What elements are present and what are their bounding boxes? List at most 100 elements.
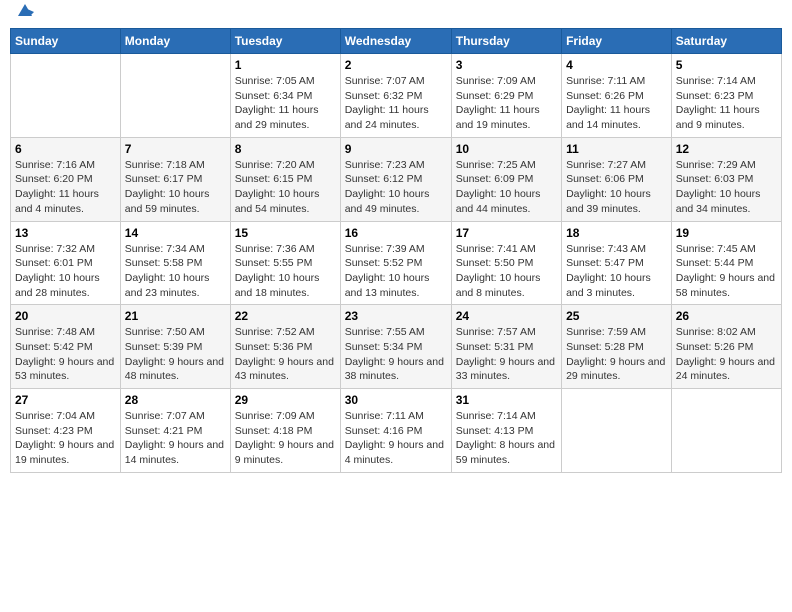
day-header-thursday: Thursday bbox=[451, 29, 561, 54]
calendar-cell: 23 Sunrise: 7:55 AM Sunset: 5:34 PM Dayli… bbox=[340, 305, 451, 389]
calendar-header-row: SundayMondayTuesdayWednesdayThursdayFrid… bbox=[11, 29, 782, 54]
day-info: Sunrise: 7:23 AM Sunset: 6:12 PM Dayligh… bbox=[345, 158, 447, 217]
day-info: Sunrise: 7:59 AM Sunset: 5:28 PM Dayligh… bbox=[566, 325, 667, 384]
day-info: Sunrise: 7:50 AM Sunset: 5:39 PM Dayligh… bbox=[125, 325, 226, 384]
calendar-cell: 31Sunrise: 7:14 AM Sunset: 4:13 PM Dayli… bbox=[451, 389, 561, 473]
day-number: 5 bbox=[676, 58, 777, 72]
day-info: Sunrise: 7:25 AM Sunset: 6:09 PM Dayligh… bbox=[456, 158, 557, 217]
calendar-cell: 15Sunrise: 7:36 AM Sunset: 5:55 PM Dayli… bbox=[230, 221, 340, 305]
calendar-week-5: 27 Sunrise: 7:04 AM Sunset: 4:23 PM Dayli… bbox=[11, 389, 782, 473]
calendar-cell: 3Sunrise: 7:09 AM Sunset: 6:29 PM Daylig… bbox=[451, 54, 561, 138]
calendar-cell: 30 Sunrise: 7:11 AM Sunset: 4:16 PM Dayli… bbox=[340, 389, 451, 473]
day-info: Sunrise: 7:16 AM Sunset: 6:20 PM Dayligh… bbox=[15, 158, 116, 217]
day-number: 28 bbox=[125, 393, 226, 407]
page-header bbox=[10, 10, 782, 20]
day-info: Sunrise: 7:48 AM Sunset: 5:42 PM Dayligh… bbox=[15, 325, 116, 384]
day-info: Sunrise: 7:09 AM Sunset: 4:18 PM Dayligh… bbox=[235, 409, 336, 468]
calendar-cell: 10 Sunrise: 7:25 AM Sunset: 6:09 PM Dayli… bbox=[451, 137, 561, 221]
day-info: Sunrise: 7:05 AM Sunset: 6:34 PM Dayligh… bbox=[235, 74, 336, 133]
day-number: 2 bbox=[345, 58, 447, 72]
calendar-week-1: 1 Sunrise: 7:05 AM Sunset: 6:34 PM Daylig… bbox=[11, 54, 782, 138]
day-info: Sunrise: 7:11 AM Sunset: 6:26 PM Dayligh… bbox=[566, 74, 667, 133]
calendar-cell: 11 Sunrise: 7:27 AM Sunset: 6:06 PM Dayli… bbox=[562, 137, 672, 221]
day-number: 10 bbox=[456, 142, 557, 156]
day-info: Sunrise: 8:02 AM Sunset: 5:26 PM Dayligh… bbox=[676, 325, 777, 384]
day-number: 4 bbox=[566, 58, 667, 72]
calendar-cell: 9 Sunrise: 7:23 AM Sunset: 6:12 PM Daylig… bbox=[340, 137, 451, 221]
calendar-cell: 12 Sunrise: 7:29 AM Sunset: 6:03 PM Dayli… bbox=[671, 137, 781, 221]
day-info: Sunrise: 7:20 AM Sunset: 6:15 PM Dayligh… bbox=[235, 158, 336, 217]
calendar-cell: 24 Sunrise: 7:57 AM Sunset: 5:31 PM Dayli… bbox=[451, 305, 561, 389]
calendar-table: SundayMondayTuesdayWednesdayThursdayFrid… bbox=[10, 28, 782, 473]
day-header-tuesday: Tuesday bbox=[230, 29, 340, 54]
day-info: Sunrise: 7:11 AM Sunset: 4:16 PM Dayligh… bbox=[345, 409, 447, 468]
day-number: 11 bbox=[566, 142, 667, 156]
calendar-cell: 21 Sunrise: 7:50 AM Sunset: 5:39 PM Dayli… bbox=[120, 305, 230, 389]
day-number: 20 bbox=[15, 309, 116, 323]
day-number: 3 bbox=[456, 58, 557, 72]
calendar-week-2: 6Sunrise: 7:16 AM Sunset: 6:20 PM Daylig… bbox=[11, 137, 782, 221]
day-number: 8 bbox=[235, 142, 336, 156]
calendar-cell: 18 Sunrise: 7:43 AM Sunset: 5:47 PM Dayli… bbox=[562, 221, 672, 305]
calendar-cell: 29 Sunrise: 7:09 AM Sunset: 4:18 PM Dayli… bbox=[230, 389, 340, 473]
day-info: Sunrise: 7:41 AM Sunset: 5:50 PM Dayligh… bbox=[456, 242, 557, 301]
calendar-cell: 19Sunrise: 7:45 AM Sunset: 5:44 PM Dayli… bbox=[671, 221, 781, 305]
day-number: 30 bbox=[345, 393, 447, 407]
calendar-cell: 5 Sunrise: 7:14 AM Sunset: 6:23 PM Daylig… bbox=[671, 54, 781, 138]
day-header-sunday: Sunday bbox=[11, 29, 121, 54]
calendar-cell bbox=[562, 389, 672, 473]
day-number: 18 bbox=[566, 226, 667, 240]
day-info: Sunrise: 7:29 AM Sunset: 6:03 PM Dayligh… bbox=[676, 158, 777, 217]
day-info: Sunrise: 7:32 AM Sunset: 6:01 PM Dayligh… bbox=[15, 242, 116, 301]
day-number: 31 bbox=[456, 393, 557, 407]
day-info: Sunrise: 7:14 AM Sunset: 6:23 PM Dayligh… bbox=[676, 74, 777, 133]
calendar-cell: 28 Sunrise: 7:07 AM Sunset: 4:21 PM Dayli… bbox=[120, 389, 230, 473]
day-info: Sunrise: 7:07 AM Sunset: 6:32 PM Dayligh… bbox=[345, 74, 447, 133]
day-header-friday: Friday bbox=[562, 29, 672, 54]
calendar-cell: 25 Sunrise: 7:59 AM Sunset: 5:28 PM Dayli… bbox=[562, 305, 672, 389]
day-number: 27 bbox=[15, 393, 116, 407]
day-info: Sunrise: 7:27 AM Sunset: 6:06 PM Dayligh… bbox=[566, 158, 667, 217]
calendar-week-4: 20 Sunrise: 7:48 AM Sunset: 5:42 PM Dayli… bbox=[11, 305, 782, 389]
logo bbox=[14, 10, 34, 20]
day-number: 24 bbox=[456, 309, 557, 323]
day-number: 19 bbox=[676, 226, 777, 240]
day-info: Sunrise: 7:43 AM Sunset: 5:47 PM Dayligh… bbox=[566, 242, 667, 301]
day-number: 17 bbox=[456, 226, 557, 240]
day-number: 22 bbox=[235, 309, 336, 323]
day-info: Sunrise: 7:34 AM Sunset: 5:58 PM Dayligh… bbox=[125, 242, 226, 301]
day-number: 9 bbox=[345, 142, 447, 156]
day-info: Sunrise: 7:39 AM Sunset: 5:52 PM Dayligh… bbox=[345, 242, 447, 301]
day-number: 23 bbox=[345, 309, 447, 323]
day-number: 25 bbox=[566, 309, 667, 323]
calendar-cell: 4 Sunrise: 7:11 AM Sunset: 6:26 PM Daylig… bbox=[562, 54, 672, 138]
calendar-cell: 8 Sunrise: 7:20 AM Sunset: 6:15 PM Daylig… bbox=[230, 137, 340, 221]
calendar-cell: 13 Sunrise: 7:32 AM Sunset: 6:01 PM Dayli… bbox=[11, 221, 121, 305]
day-number: 26 bbox=[676, 309, 777, 323]
day-info: Sunrise: 7:18 AM Sunset: 6:17 PM Dayligh… bbox=[125, 158, 226, 217]
calendar-cell: 14 Sunrise: 7:34 AM Sunset: 5:58 PM Dayli… bbox=[120, 221, 230, 305]
day-number: 16 bbox=[345, 226, 447, 240]
calendar-cell bbox=[120, 54, 230, 138]
calendar-cell: 17 Sunrise: 7:41 AM Sunset: 5:50 PM Dayli… bbox=[451, 221, 561, 305]
calendar-cell: 2 Sunrise: 7:07 AM Sunset: 6:32 PM Daylig… bbox=[340, 54, 451, 138]
day-number: 13 bbox=[15, 226, 116, 240]
day-number: 14 bbox=[125, 226, 226, 240]
calendar-body: 1 Sunrise: 7:05 AM Sunset: 6:34 PM Daylig… bbox=[11, 54, 782, 473]
calendar-cell: 6Sunrise: 7:16 AM Sunset: 6:20 PM Daylig… bbox=[11, 137, 121, 221]
calendar-cell: 1 Sunrise: 7:05 AM Sunset: 6:34 PM Daylig… bbox=[230, 54, 340, 138]
day-info: Sunrise: 7:55 AM Sunset: 5:34 PM Dayligh… bbox=[345, 325, 447, 384]
calendar-cell: 7Sunrise: 7:18 AM Sunset: 6:17 PM Daylig… bbox=[120, 137, 230, 221]
logo-icon bbox=[16, 2, 34, 20]
day-header-wednesday: Wednesday bbox=[340, 29, 451, 54]
day-number: 1 bbox=[235, 58, 336, 72]
day-number: 29 bbox=[235, 393, 336, 407]
calendar-cell: 22Sunrise: 7:52 AM Sunset: 5:36 PM Dayli… bbox=[230, 305, 340, 389]
calendar-cell bbox=[11, 54, 121, 138]
day-info: Sunrise: 7:04 AM Sunset: 4:23 PM Dayligh… bbox=[15, 409, 116, 468]
day-info: Sunrise: 7:07 AM Sunset: 4:21 PM Dayligh… bbox=[125, 409, 226, 468]
day-info: Sunrise: 7:57 AM Sunset: 5:31 PM Dayligh… bbox=[456, 325, 557, 384]
day-number: 12 bbox=[676, 142, 777, 156]
day-number: 21 bbox=[125, 309, 226, 323]
calendar-week-3: 13 Sunrise: 7:32 AM Sunset: 6:01 PM Dayli… bbox=[11, 221, 782, 305]
